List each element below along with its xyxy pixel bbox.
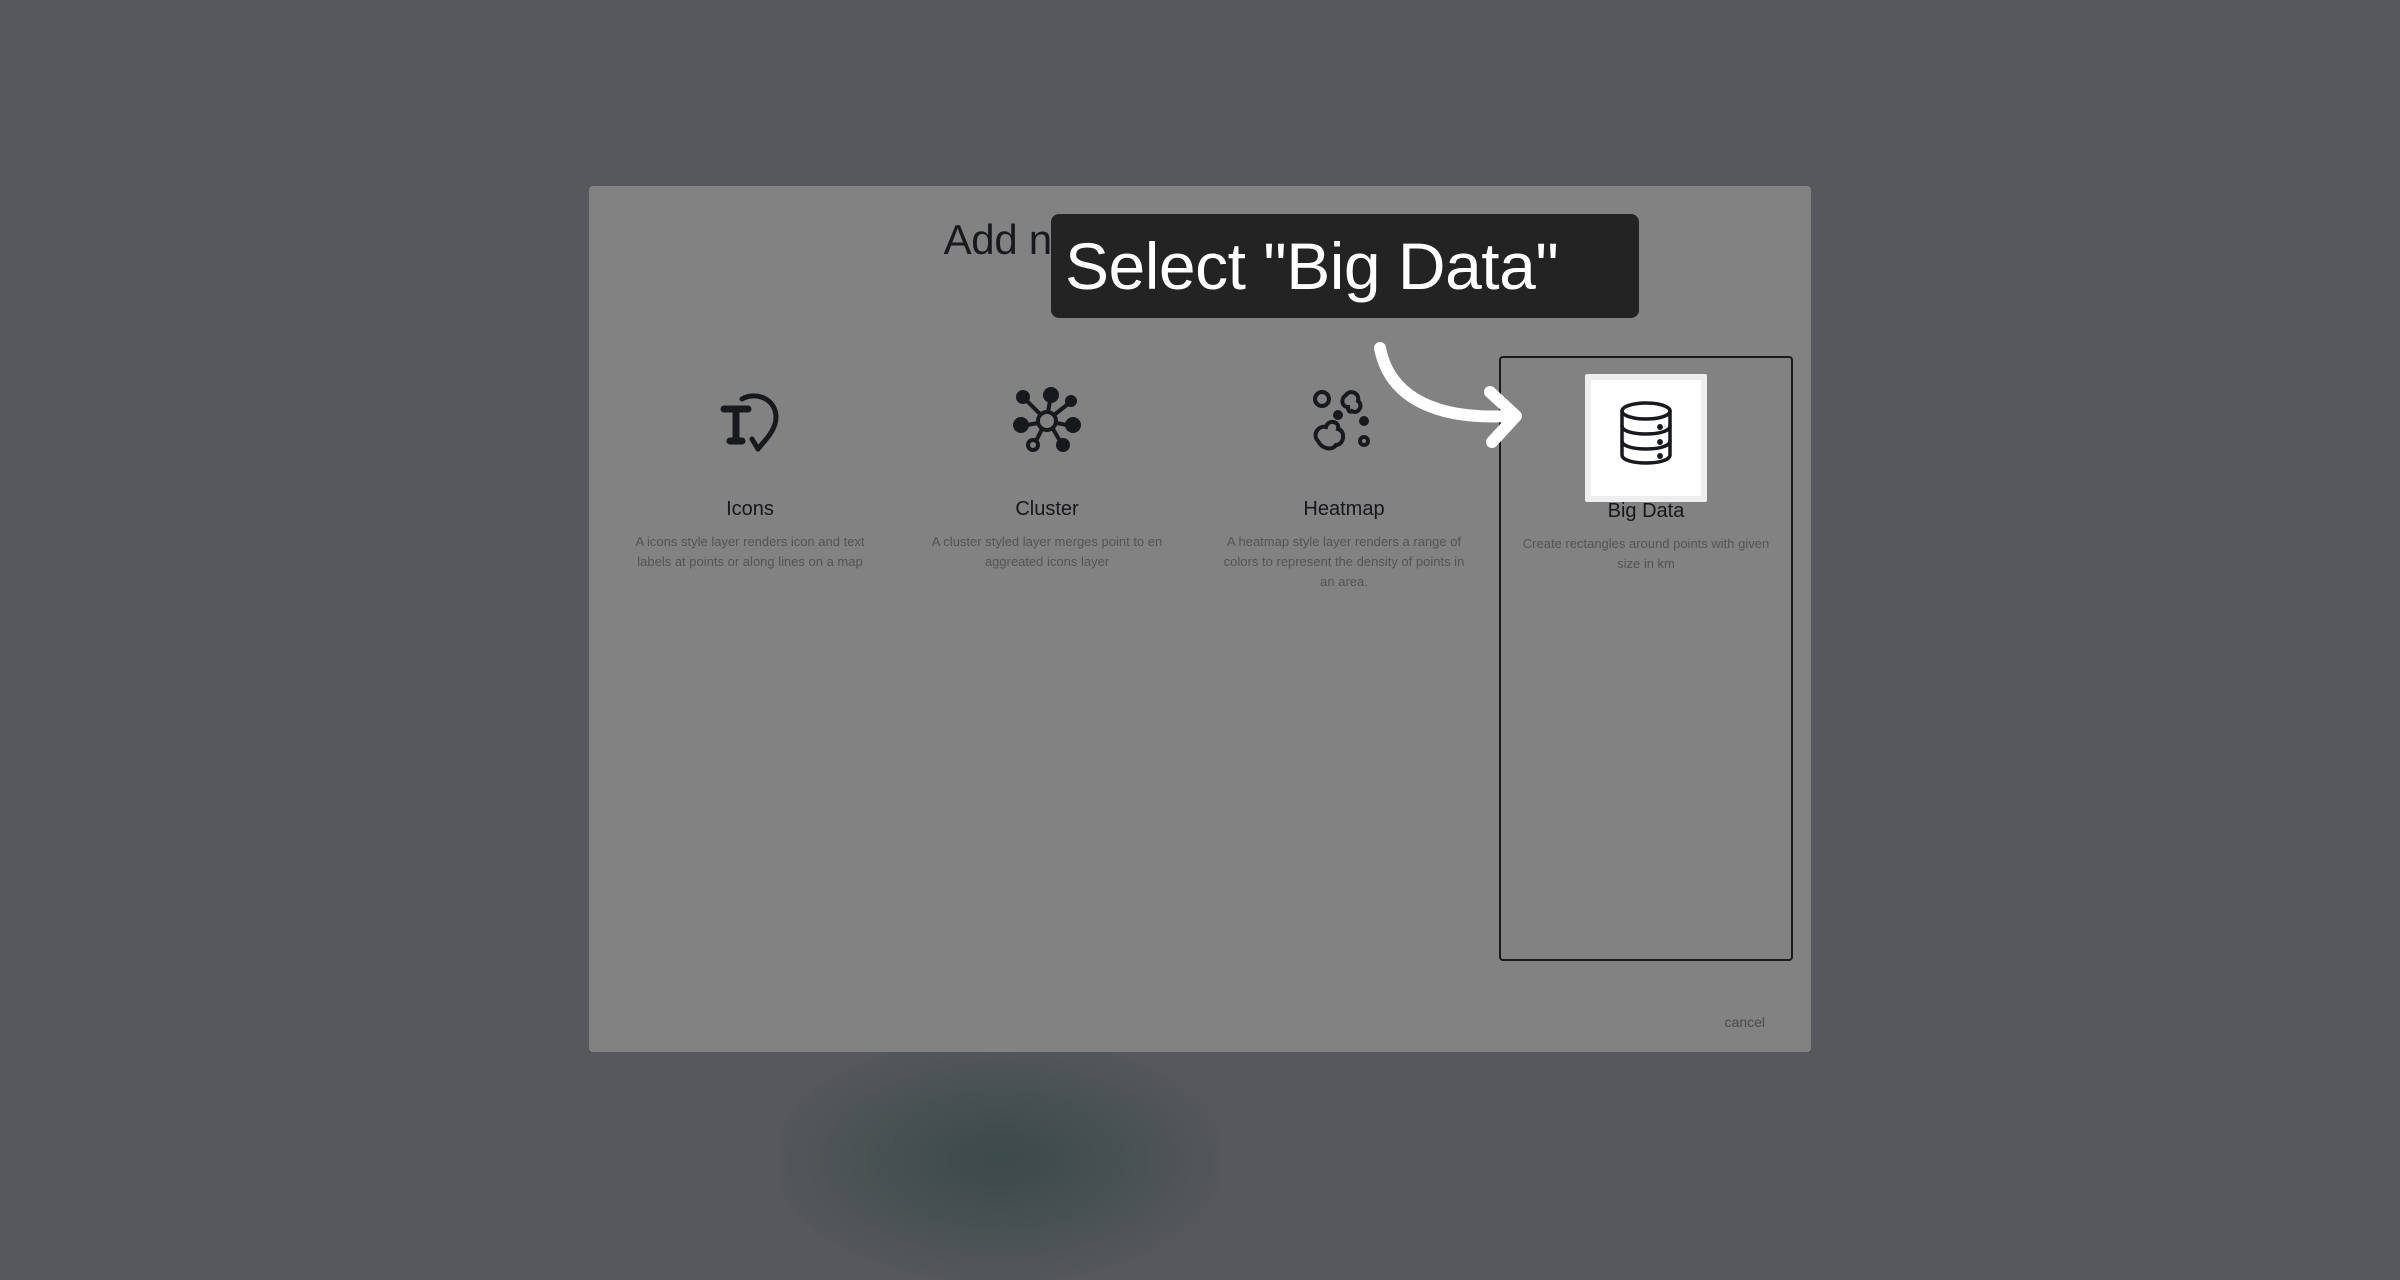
text-pin-icon [711, 382, 789, 460]
cancel-button[interactable]: cancel [1725, 1014, 1765, 1030]
option-description: A cluster styled layer merges point to e… [931, 534, 1163, 569]
overlay-option-cluster[interactable]: Cluster A cluster styled layer merges po… [900, 356, 1194, 961]
option-label: Heatmap [1303, 498, 1385, 520]
option-description: A heatmap style layer renders a range of… [1223, 534, 1465, 589]
guide-tooltip: Select "Big Data" [1051, 214, 1639, 318]
cluster-network-icon [1008, 382, 1086, 460]
option-description: A icons style layer renders icon and tex… [635, 534, 865, 569]
option-description: Create rectangles around points with giv… [1522, 536, 1770, 571]
option-label: Cluster [1015, 498, 1079, 520]
database-icon [1607, 394, 1685, 472]
overlay-option-big-data[interactable]: Big Data Create rectangles around points… [1499, 356, 1793, 961]
option-label: Big Data [1607, 500, 1685, 522]
background-blur [780, 1040, 1220, 1280]
option-label: Icons [726, 498, 774, 520]
overlay-option-icons[interactable]: Icons A icons style layer renders icon a… [603, 356, 897, 961]
guide-arrow-icon [1374, 342, 1522, 448]
